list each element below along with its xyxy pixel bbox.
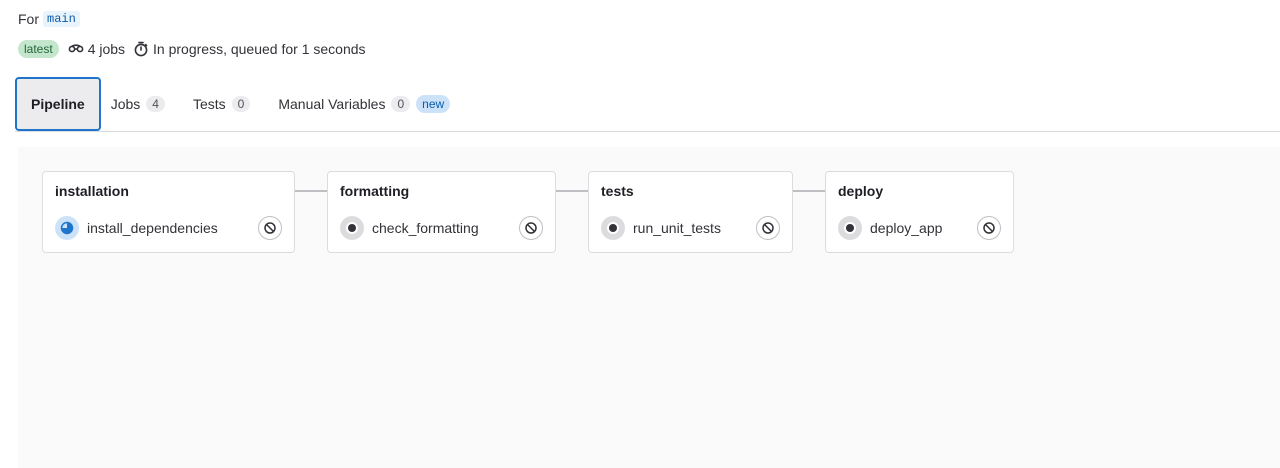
stage-connector bbox=[295, 190, 328, 192]
cancel-icon bbox=[762, 222, 774, 234]
status-created-icon bbox=[838, 216, 862, 240]
stage-title: formatting bbox=[340, 183, 410, 199]
job-name[interactable]: check_formatting bbox=[372, 220, 519, 236]
status-created-icon bbox=[340, 216, 364, 240]
cancel-button[interactable] bbox=[519, 216, 543, 240]
cancel-icon bbox=[983, 222, 995, 234]
cancel-icon bbox=[525, 222, 537, 234]
pipeline-ref-line: For main bbox=[18, 11, 80, 27]
jobs-count-badge: 4 bbox=[146, 96, 165, 112]
cancel-icon bbox=[264, 222, 276, 234]
tab-tests[interactable]: Tests 0 bbox=[179, 77, 264, 131]
branch-link[interactable]: main bbox=[43, 11, 80, 27]
pipeline-tabs: Pipeline Jobs 4 Tests 0 Manual Variables… bbox=[15, 77, 1280, 132]
tab-jobs[interactable]: Jobs 4 bbox=[99, 77, 179, 131]
cancel-button[interactable] bbox=[977, 216, 1001, 240]
stage-title: installation bbox=[55, 183, 129, 199]
cancel-button[interactable] bbox=[258, 216, 282, 240]
job-name[interactable]: install_dependencies bbox=[87, 220, 258, 236]
pipeline-status: In progress, queued for 1 seconds bbox=[133, 41, 366, 57]
stage-deploy: deploy deploy_app bbox=[825, 171, 1014, 253]
latest-badge: latest bbox=[18, 40, 59, 58]
job-item[interactable]: check_formatting bbox=[340, 216, 543, 240]
pipeline-graph: installation install_dependencies format… bbox=[18, 147, 1280, 468]
tests-count-badge: 0 bbox=[231, 96, 251, 112]
stage-formatting: formatting check_formatting bbox=[327, 171, 556, 253]
variables-count-badge: 0 bbox=[391, 96, 411, 112]
job-name[interactable]: run_unit_tests bbox=[633, 220, 756, 236]
for-label: For bbox=[18, 11, 39, 27]
tab-label: Jobs bbox=[110, 96, 141, 112]
stage-installation: installation install_dependencies bbox=[42, 171, 295, 253]
tab-label: Pipeline bbox=[31, 96, 85, 112]
cancel-button[interactable] bbox=[756, 216, 780, 240]
timer-icon bbox=[134, 41, 148, 57]
pipeline-jobs-icon bbox=[68, 44, 84, 53]
stage-title: tests bbox=[601, 183, 634, 199]
tab-pipeline[interactable]: Pipeline bbox=[15, 77, 101, 131]
tab-manual-variables[interactable]: Manual Variables 0 new bbox=[264, 77, 464, 131]
stage-connector bbox=[793, 190, 826, 192]
status-text: In progress, queued for 1 seconds bbox=[153, 41, 366, 57]
jobs-count: 4 jobs bbox=[68, 41, 125, 57]
stage-tests: tests run_unit_tests bbox=[588, 171, 793, 253]
job-item[interactable]: deploy_app bbox=[838, 216, 1001, 240]
tab-label: Manual Variables bbox=[278, 96, 386, 112]
status-created-icon bbox=[601, 216, 625, 240]
job-item[interactable]: install_dependencies bbox=[55, 216, 282, 240]
job-name[interactable]: deploy_app bbox=[870, 220, 977, 236]
status-running-icon bbox=[55, 216, 79, 240]
job-item[interactable]: run_unit_tests bbox=[601, 216, 780, 240]
stage-title: deploy bbox=[838, 183, 884, 199]
tab-label: Tests bbox=[192, 96, 226, 112]
jobs-count-text: 4 jobs bbox=[87, 41, 126, 57]
pipeline-meta: latest 4 jobs In progress, queued for 1 … bbox=[18, 40, 374, 58]
new-badge: new bbox=[416, 95, 451, 113]
stage-connector bbox=[556, 190, 589, 192]
